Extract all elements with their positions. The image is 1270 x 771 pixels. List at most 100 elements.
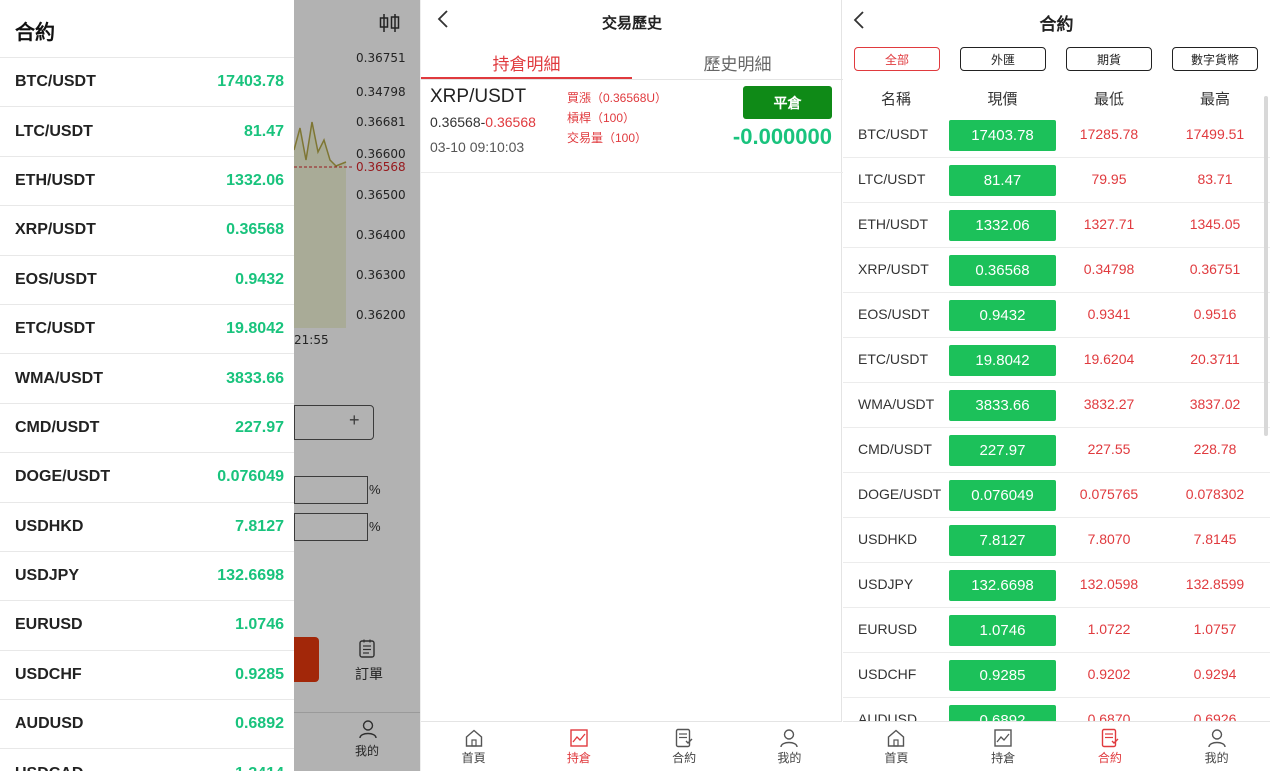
bottom-tabbar: 首頁 持倉 合約 我的 bbox=[421, 721, 842, 771]
drawer-item-etc-usdt[interactable]: ETC/USDT 19.8042 bbox=[0, 303, 294, 353]
chart-trend-icon bbox=[569, 728, 589, 748]
user-icon bbox=[779, 728, 799, 748]
scrollbar[interactable] bbox=[1264, 96, 1268, 436]
table-row[interactable]: LTC/USDT 81.47 79.95 83.71 bbox=[843, 158, 1270, 203]
drawer-item-symbol: ETH/USDT bbox=[15, 171, 95, 189]
overlay-mask[interactable] bbox=[294, 0, 420, 771]
row-low-price: 0.9202 bbox=[1087, 666, 1131, 682]
row-low-price: 227.55 bbox=[1087, 441, 1131, 457]
position-time: 03-10 09:10:03 bbox=[430, 139, 525, 155]
table-row[interactable]: ETC/USDT 19.8042 19.6204 20.3711 bbox=[843, 338, 1270, 383]
drawer-item-audusd[interactable]: AUDUSD 0.6892 bbox=[0, 699, 294, 748]
tabbar-item[interactable]: 合約 bbox=[632, 722, 737, 771]
tabbar-item[interactable]: 合約 bbox=[1057, 722, 1164, 771]
row-current-price[interactable]: 81.47 bbox=[949, 165, 1056, 196]
drawer-item-price: 19.8042 bbox=[226, 320, 284, 338]
row-high-price: 0.9294 bbox=[1193, 666, 1237, 682]
tabbar-item[interactable]: 首頁 bbox=[421, 722, 526, 771]
divider bbox=[421, 79, 843, 80]
contract-icon bbox=[1100, 728, 1120, 748]
column-header-name: 名稱 bbox=[880, 91, 911, 108]
drawer-item-price: 3833.66 bbox=[226, 369, 284, 387]
drawer-item-eth-usdt[interactable]: ETH/USDT 1332.06 bbox=[0, 155, 294, 205]
drawer-item-doge-usdt[interactable]: DOGE/USDT 0.076049 bbox=[0, 452, 294, 501]
drawer-item-price: 17403.78 bbox=[217, 73, 284, 91]
row-current-price[interactable]: 0.36568 bbox=[949, 255, 1056, 286]
table-row[interactable]: EOS/USDT 0.9432 0.9341 0.9516 bbox=[843, 293, 1270, 338]
drawer-item-usdhkd[interactable]: USDHKD 7.8127 bbox=[0, 501, 294, 551]
drawer-item-price: 1332.06 bbox=[226, 171, 284, 189]
drawer-item-usdjpy[interactable]: USDJPY 132.6698 bbox=[0, 550, 294, 600]
filter-crypto-button[interactable]: 數字貨幣 bbox=[1172, 47, 1258, 71]
row-symbol: EURUSD bbox=[858, 621, 918, 637]
contract-icon bbox=[674, 728, 694, 748]
drawer-list: BTC/USDT 17403.78 LTC/USDT 81.47 ETH/USDT 133… bbox=[0, 57, 294, 771]
filter-futures-button[interactable]: 期貨 bbox=[1066, 47, 1152, 71]
table-row[interactable]: DOGE/USDT 0.076049 0.075765 0.078302 bbox=[843, 473, 1270, 518]
table-row[interactable]: CMD/USDT 227.97 227.55 228.78 bbox=[843, 428, 1270, 473]
row-current-price[interactable]: 1.0746 bbox=[949, 615, 1056, 646]
row-current-price[interactable]: 3833.66 bbox=[949, 390, 1056, 421]
table-row[interactable]: USDCHF 0.9285 0.9202 0.9294 bbox=[843, 653, 1270, 698]
drawer-item-cmd-usdt[interactable]: CMD/USDT 227.97 bbox=[0, 402, 294, 452]
position-volume: 交易量（100） bbox=[567, 131, 648, 145]
tab-positions[interactable]: 持倉明細 bbox=[421, 50, 632, 75]
open-price: 0.36568 bbox=[430, 114, 481, 130]
row-high-price: 1345.05 bbox=[1189, 216, 1241, 232]
table-row[interactable]: ETH/USDT 1332.06 1327.71 1345.05 bbox=[843, 203, 1270, 248]
drawer-item-eos-usdt[interactable]: EOS/USDT 0.9432 bbox=[0, 254, 294, 304]
drawer-item-ltc-usdt[interactable]: LTC/USDT 81.47 bbox=[0, 106, 294, 155]
row-current-price[interactable]: 0.9285 bbox=[949, 660, 1056, 691]
tabbar-item[interactable]: 持倉 bbox=[950, 722, 1057, 771]
table-row[interactable]: EURUSD 1.0746 1.0722 1.0757 bbox=[843, 608, 1270, 653]
drawer-item-usdcad[interactable]: USDCAD 1.3414 bbox=[0, 748, 294, 771]
drawer-item-wma-usdt[interactable]: WMA/USDT 3833.66 bbox=[0, 353, 294, 402]
tabbar-label: 合約 bbox=[672, 751, 697, 765]
row-low-price: 19.6204 bbox=[1083, 351, 1135, 367]
table-row[interactable]: USDJPY 132.6698 132.0598 132.8599 bbox=[843, 563, 1270, 608]
drawer-item-symbol: DOGE/USDT bbox=[15, 468, 111, 486]
row-current-price[interactable]: 7.8127 bbox=[949, 525, 1056, 556]
filter-all-button[interactable]: 全部 bbox=[854, 47, 940, 71]
tabbar-item[interactable]: 我的 bbox=[1163, 722, 1270, 771]
bottom-tabbar: 首頁 持倉 合約 我的 bbox=[843, 721, 1270, 771]
row-current-price[interactable]: 19.8042 bbox=[949, 345, 1056, 376]
table-row[interactable]: XRP/USDT 0.36568 0.34798 0.36751 bbox=[843, 248, 1270, 293]
row-current-price[interactable]: 17403.78 bbox=[949, 120, 1056, 151]
table-row[interactable]: BTC/USDT 17403.78 17285.78 17499.51 bbox=[843, 113, 1270, 158]
row-low-price: 132.0598 bbox=[1079, 576, 1139, 592]
drawer-item-symbol: LTC/USDT bbox=[15, 122, 93, 140]
row-current-price[interactable]: 1332.06 bbox=[949, 210, 1056, 241]
row-low-price: 0.9341 bbox=[1087, 306, 1131, 322]
drawer-item-price: 0.076049 bbox=[217, 468, 284, 486]
row-high-price: 132.8599 bbox=[1185, 576, 1245, 592]
row-current-price[interactable]: 0.076049 bbox=[949, 480, 1056, 511]
tabbar-label: 首頁 bbox=[461, 751, 486, 765]
tabbar-item[interactable]: 持倉 bbox=[526, 722, 631, 771]
tabbar-item[interactable]: 我的 bbox=[737, 722, 842, 771]
drawer-item-btc-usdt[interactable]: BTC/USDT 17403.78 bbox=[0, 57, 294, 106]
row-high-price: 20.3711 bbox=[1190, 351, 1240, 367]
position-leverage: 槓桿（100） bbox=[567, 111, 636, 125]
tab-history[interactable]: 歷史明細 bbox=[632, 50, 843, 75]
trade-history-screen: 交易歷史 持倉明細 歷史明細 XRP/USDT 0.36568-0.36568 … bbox=[420, 0, 843, 771]
table-row[interactable]: WMA/USDT 3833.66 3832.27 3837.02 bbox=[843, 383, 1270, 428]
row-current-price[interactable]: 132.6698 bbox=[949, 570, 1056, 601]
drawer-item-symbol: ETC/USDT bbox=[15, 320, 95, 338]
drawer-item-eurusd[interactable]: EURUSD 1.0746 bbox=[0, 600, 294, 649]
row-current-price[interactable]: 227.97 bbox=[949, 435, 1056, 466]
drawer-item-xrp-usdt[interactable]: XRP/USDT 0.36568 bbox=[0, 205, 294, 254]
filter-forex-button[interactable]: 外匯 bbox=[960, 47, 1046, 71]
table-row[interactable]: USDHKD 7.8127 7.8070 7.8145 bbox=[843, 518, 1270, 563]
row-symbol: ETC/USDT bbox=[858, 351, 928, 367]
close-position-button[interactable]: 平倉 bbox=[743, 86, 832, 119]
drawer-item-symbol: CMD/USDT bbox=[15, 418, 100, 436]
position-prices: 0.36568-0.36568 bbox=[430, 114, 536, 130]
drawer-item-symbol: USDCHF bbox=[15, 665, 82, 683]
tabbar-item[interactable]: 首頁 bbox=[843, 722, 950, 771]
drawer-item-usdchf[interactable]: USDCHF 0.9285 bbox=[0, 649, 294, 699]
drawer-item-symbol: EURUSD bbox=[15, 616, 83, 634]
row-current-price[interactable]: 0.9432 bbox=[949, 300, 1056, 331]
row-symbol: USDJPY bbox=[858, 576, 914, 592]
row-symbol: CMD/USDT bbox=[858, 441, 932, 457]
